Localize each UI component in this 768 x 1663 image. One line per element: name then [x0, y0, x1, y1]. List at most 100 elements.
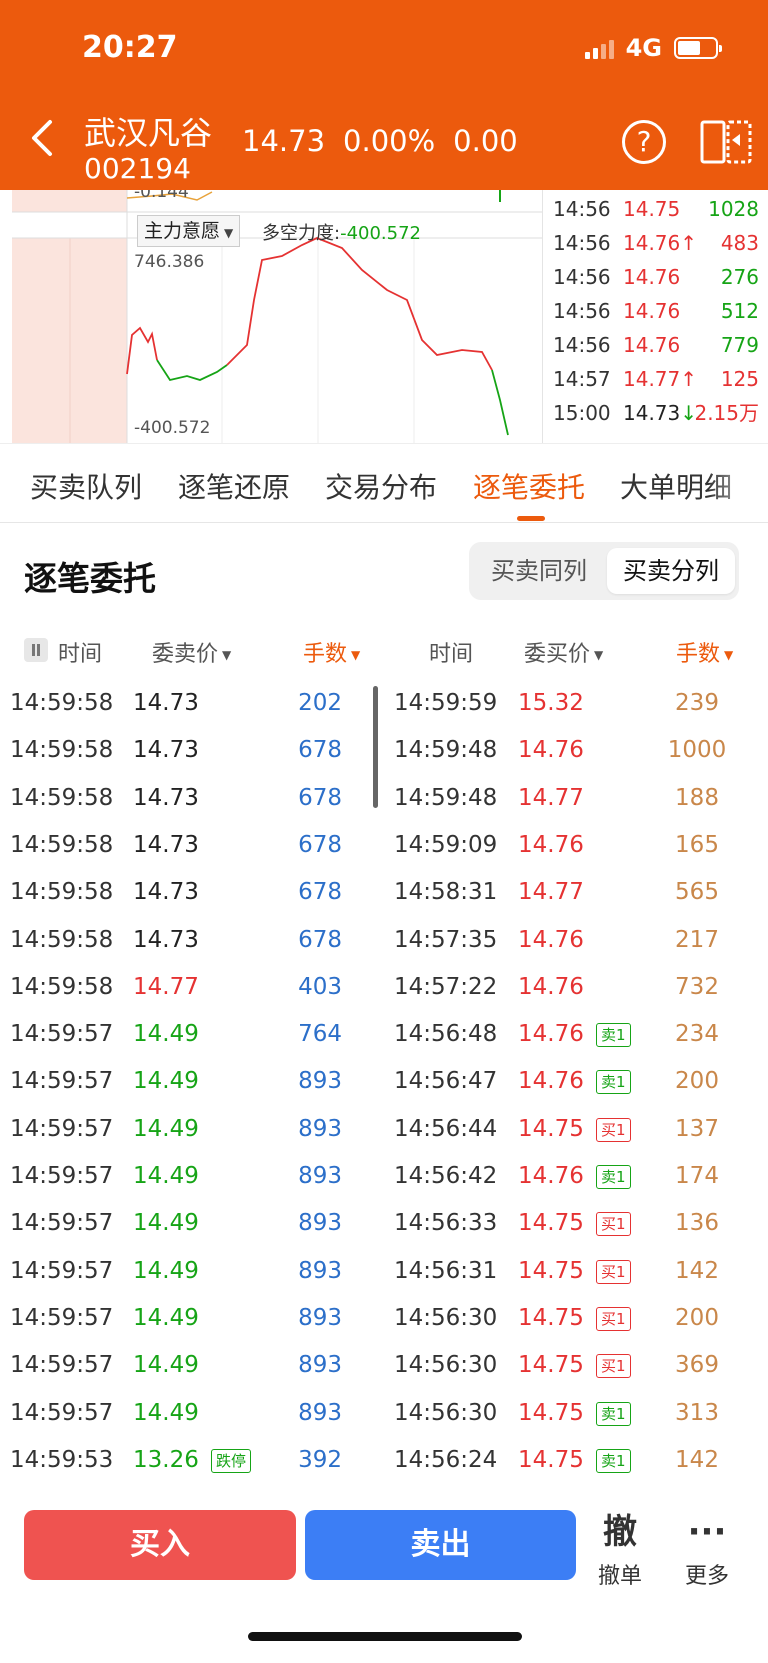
col-buy-price-label: 委买价 [524, 642, 591, 667]
order-row: 14:59:57 14.49 893 14:56:30 14.75 买1 200 [0, 1295, 768, 1342]
order-row: 14:59:57 14.49 893 14:56:31 14.75 买1 142 [0, 1248, 768, 1295]
stock-name: 武汉凡谷 [84, 114, 213, 152]
tick-time: 14:57 [553, 367, 611, 391]
buy-price: 15.32 [518, 690, 584, 716]
switch-layout-icon[interactable] [700, 118, 752, 166]
buy-price: 14.76 [518, 1021, 584, 1048]
quote-summary: 14.73 0.00% 0.00 [242, 124, 518, 158]
tab-trade-distribution[interactable]: 交易分布 [325, 466, 437, 506]
sell-button[interactable]: 卖出 [305, 1510, 576, 1580]
buy-price: 14.75 [518, 1115, 584, 1142]
col-sell-time: 时间 [58, 642, 103, 667]
buy-price: 14.76 [518, 737, 584, 764]
order-row: 14:59:57 14.49 764 14:56:48 14.76 卖1 234 [0, 1011, 768, 1058]
col-sell-price-label: 委卖价 [152, 642, 219, 667]
buy-price: 14.76 [518, 1163, 584, 1189]
tick-row: 14:56 14.75 1028 [543, 192, 768, 226]
tab-tick-restore[interactable]: 逐笔还原 [178, 466, 290, 506]
back-icon[interactable] [28, 118, 58, 158]
network-label: 4G [625, 34, 662, 62]
more-button[interactable]: ··· 更多 [667, 1510, 747, 1590]
sell-volume: 764 [298, 1021, 342, 1048]
buy-time: 14:57:35 [394, 926, 498, 953]
scrollbar[interactable] [373, 686, 378, 808]
col-buy-time: 时间 [429, 642, 474, 667]
sell-time: 14:59:58 [10, 973, 114, 1000]
buy-volume: 313 [675, 1399, 719, 1426]
sell-time: 14:59:58 [10, 831, 114, 858]
tick-time: 14:56 [553, 333, 611, 357]
current-price: 14.73 [242, 124, 326, 158]
tick-volume: 483 [720, 231, 759, 255]
sell-level-badge: 卖1 [596, 1401, 631, 1426]
toggle-split-column[interactable]: 买卖分列 [607, 548, 735, 594]
order-list[interactable]: 14:59:58 14.73 202 14:59:59 15.32 239 14:59:58… [0, 680, 768, 1490]
tick-price: 14.73↓ [623, 401, 698, 425]
sell-volume: 678 [298, 926, 342, 953]
indicator-label: 主力意愿 [144, 220, 221, 242]
order-row: 14:59:57 14.49 893 14:56:47 14.76 卖1 200 [0, 1058, 768, 1105]
tick-row: 14:56 14.76 779 [543, 328, 768, 362]
cancel-icon: 撤 [603, 1512, 637, 1552]
more-label: 更多 [684, 1564, 729, 1589]
sell-price: 14.49 [133, 1115, 199, 1142]
order-row: 14:59:57 14.49 893 14:56:42 14.76 卖1 174 [0, 1153, 768, 1200]
buy-price: 14.75 [518, 1352, 584, 1379]
dkl-label: 多空力度: [262, 223, 341, 244]
sell-volume: 678 [298, 784, 342, 811]
buy-volume: 188 [675, 784, 719, 811]
tab-fade [708, 444, 768, 522]
buy-price: 14.75 [518, 1399, 584, 1426]
battery-icon [674, 37, 722, 59]
sell-price: 14.49 [133, 1163, 199, 1189]
dkl-value: -400.572 [340, 223, 422, 244]
buy-time: 14:59:09 [394, 831, 498, 858]
sell-time: 14:59:58 [10, 926, 114, 953]
buy-time: 14:56:30 [394, 1304, 498, 1331]
toggle-same-column[interactable]: 买卖同列 [475, 548, 603, 594]
buy-button[interactable]: 买入 [24, 1510, 296, 1580]
buy-price: 14.76 [518, 1068, 584, 1095]
sell-price: 14.49 [133, 1399, 199, 1426]
sell-volume: 893 [298, 1399, 342, 1426]
axis-top-label: 746.386 [134, 252, 205, 272]
sell-price: 14.73 [133, 690, 199, 716]
tick-volume: 779 [720, 333, 759, 357]
cancel-order-button[interactable]: 撤 撤单 [580, 1510, 660, 1590]
buy-level-badge: 买1 [596, 1306, 631, 1331]
tick-time: 14:56 [553, 231, 611, 255]
buy-volume: 369 [675, 1352, 719, 1379]
sell-volume: 202 [298, 690, 342, 716]
buy-time: 14:56:30 [394, 1352, 498, 1379]
sell-price: 14.73 [133, 926, 199, 953]
tick-price: 14.76 [623, 333, 681, 357]
buy-time: 14:56:24 [394, 1446, 498, 1473]
buy-time: 14:56:44 [394, 1115, 498, 1142]
tab-order-by-order[interactable]: 逐笔委托 [473, 466, 585, 506]
order-row: 14:59:58 14.73 202 14:59:59 15.32 239 [0, 680, 768, 727]
col-buy-price[interactable]: 委买价 ▼ [524, 636, 603, 668]
fund-flow-chart[interactable]: -0.144 主力意愿 ▼ 多空力度:-400.572 746.386 -400.… [12, 190, 542, 443]
sell-volume: 678 [298, 737, 342, 764]
buy-time: 14:56:42 [394, 1163, 498, 1189]
buy-level-badge: 买1 [596, 1354, 631, 1379]
tab-bid-ask-queue[interactable]: 买卖队列 [30, 466, 142, 506]
col-sell-price[interactable]: 委卖价 ▼ [152, 636, 231, 668]
sell-price: 14.73 [133, 737, 199, 764]
col-buy-vol[interactable]: 手数 ▼ [676, 636, 733, 668]
status-time: 20:27 [82, 30, 178, 65]
buy-time: 14:56:48 [394, 1021, 498, 1048]
tick-list[interactable]: 14:56 14.75 1028 14:56 14.76↑ 483 14:56 14.76 27… [542, 190, 768, 443]
home-indicator [248, 1632, 522, 1641]
buy-volume: 142 [675, 1446, 719, 1473]
change-percent: 0.00% [343, 124, 436, 158]
buy-volume: 239 [675, 690, 719, 716]
indicator-dropdown[interactable]: 主力意愿 ▼ [137, 215, 241, 247]
col-sell-vol[interactable]: 手数 ▼ [303, 636, 360, 668]
col-sell-vol-label: 手数 [303, 642, 348, 667]
sell-time: 14:59:57 [10, 1352, 114, 1379]
pause-icon[interactable] [24, 638, 48, 662]
buy-price: 14.76 [518, 926, 584, 953]
sell-volume: 893 [298, 1210, 342, 1237]
help-icon[interactable]: ? [622, 120, 666, 164]
